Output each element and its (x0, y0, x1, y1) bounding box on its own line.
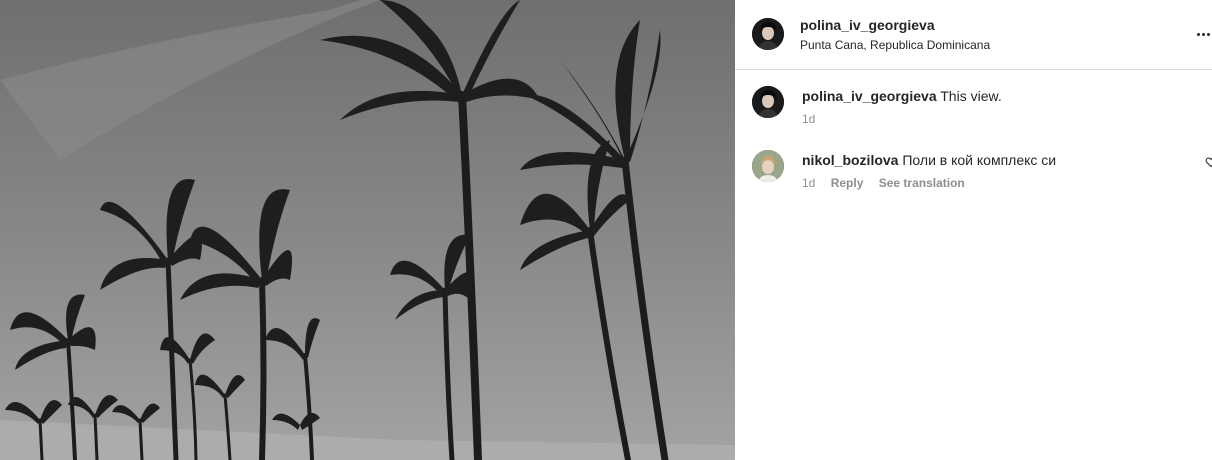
post-header: polina_iv_georgieva Punta Cana, Republic… (735, 0, 1212, 70)
comment-time[interactable]: 1d (802, 176, 815, 190)
comment-meta: 1d (802, 112, 827, 126)
comment-body: nikol_bozilova Поли в кой комплекс си (802, 152, 1056, 168)
more-options-icon[interactable] (1197, 24, 1212, 44)
avatar[interactable] (752, 150, 784, 182)
post-side-panel: polina_iv_georgieva Punta Cana, Republic… (735, 0, 1212, 460)
comment-username[interactable]: nikol_bozilova (802, 152, 898, 168)
post-location[interactable]: Punta Cana, Republica Dominicana (800, 38, 990, 52)
see-translation-button[interactable]: See translation (879, 176, 965, 190)
comment-time[interactable]: 1d (802, 112, 815, 126)
palm-trees-photo (0, 0, 735, 460)
post-author-username[interactable]: polina_iv_georgieva (800, 17, 935, 33)
comment-body: polina_iv_georgieva This view. (802, 88, 1002, 104)
comment-item: nikol_bozilova Поли в кой комплекс си 1d… (735, 150, 1212, 210)
comment-username[interactable]: polina_iv_georgieva (802, 88, 937, 104)
avatar[interactable] (752, 86, 784, 118)
comment-item: polina_iv_georgieva This view. 1d (735, 86, 1212, 146)
like-heart-icon[interactable] (1205, 156, 1212, 168)
post-photo[interactable] (0, 0, 735, 460)
comment-text: Поли в кой комплекс си (902, 152, 1057, 168)
reply-button[interactable]: Reply (831, 176, 864, 190)
comment-meta: 1d Reply See translation (802, 176, 977, 190)
avatar[interactable] (752, 18, 784, 50)
comment-text: This view. (940, 88, 1002, 104)
